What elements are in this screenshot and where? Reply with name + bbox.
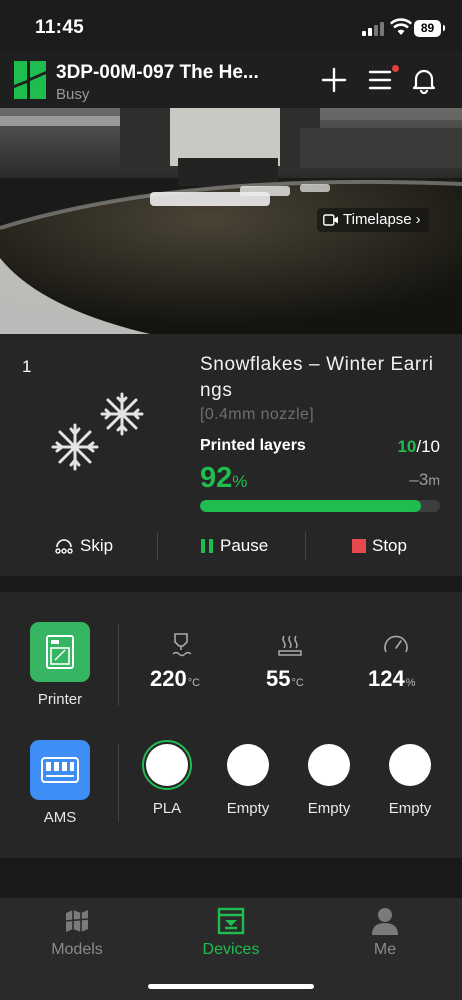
- progress-unit: %: [232, 472, 248, 491]
- video-camera-icon: [323, 214, 338, 226]
- filament-slot-label: Empty: [388, 800, 432, 817]
- chevron-right-icon: ›: [415, 211, 421, 228]
- progress-value: 92: [200, 462, 233, 494]
- filament-slot-1[interactable]: [146, 744, 188, 786]
- notification-dot: [392, 65, 399, 72]
- tab-devices-label: Devices: [202, 941, 260, 958]
- filament-slot-label: PLA: [152, 800, 182, 817]
- tab-me[interactable]: Me: [325, 906, 445, 959]
- remaining-time: –3m: [409, 470, 440, 490]
- action-divider: [305, 532, 306, 560]
- battery-indicator: 89: [414, 20, 445, 37]
- printer-icon: [46, 635, 74, 669]
- bed-temp-icon: [278, 635, 302, 656]
- tab-models-label: Models: [51, 941, 103, 958]
- print-job-card: 1 Snowflakes – Winter Earrings [0.4mm no…: [0, 334, 462, 576]
- wifi-icon: [390, 18, 412, 35]
- nozzle-temp-icon: [172, 633, 192, 657]
- filament-slot-label: Empty: [226, 800, 270, 817]
- job-title: Snowflakes – Winter Earrings: [200, 354, 434, 401]
- nozzle-size: [0.4mm nozzle]: [200, 406, 315, 423]
- models-icon: [65, 910, 89, 932]
- bed-temp-unit: °C: [291, 677, 304, 689]
- plus-icon[interactable]: [320, 66, 348, 94]
- devices-icon: [217, 907, 245, 935]
- printer-name[interactable]: 3DP-00M-097 The He...: [56, 62, 306, 84]
- tab-models[interactable]: Models: [17, 906, 137, 959]
- stop-button[interactable]: Stop: [352, 532, 407, 560]
- ams-button[interactable]: [30, 740, 90, 800]
- printer-label: Printer: [37, 691, 83, 708]
- print-speed: 124%: [368, 666, 416, 692]
- job-actions: Skip Pause Stop: [0, 532, 462, 560]
- print-speed-value: 124: [368, 666, 405, 691]
- pause-label: Pause: [220, 536, 269, 555]
- person-icon: [372, 908, 398, 935]
- panel-divider: [118, 744, 119, 822]
- progress-percent: 92%: [200, 462, 247, 495]
- tab-devices[interactable]: Devices: [171, 906, 291, 959]
- tab-me-label: Me: [373, 941, 397, 958]
- progress-bar: [200, 500, 440, 512]
- content-bottom-space: [0, 858, 462, 898]
- timelapse-button[interactable]: Timelapse ›: [317, 208, 429, 232]
- section-gap: [0, 576, 462, 592]
- ams-label: AMS: [43, 809, 77, 826]
- status-bar: 11:45 89: [0, 0, 462, 52]
- printed-layers-label: Printed layers: [200, 437, 306, 454]
- filament-slot-3[interactable]: [308, 744, 350, 786]
- skip-button[interactable]: Skip: [54, 532, 113, 560]
- timelapse-label: Timelapse: [343, 211, 412, 228]
- bell-icon[interactable]: [410, 66, 438, 94]
- device-panel: Printer 220°C 55°C 124% AMS PLA Empty Em…: [0, 592, 462, 858]
- pause-icon: [201, 539, 213, 553]
- filament-slot-4[interactable]: [389, 744, 431, 786]
- panel-divider: [118, 624, 119, 706]
- skip-objects-icon: [55, 539, 73, 554]
- nozzle-temp: 220°C: [150, 666, 200, 692]
- printer-button[interactable]: [30, 622, 90, 682]
- bed-temp-value: 55: [266, 666, 291, 691]
- model-thumbnail[interactable]: [42, 392, 154, 474]
- filament-slot-label: Empty: [307, 800, 351, 817]
- layers-total: /10: [416, 437, 440, 456]
- action-divider: [157, 532, 158, 560]
- filament-slot-2[interactable]: [227, 744, 269, 786]
- layers-current: 10: [397, 437, 417, 456]
- remaining-unit: m: [428, 472, 440, 488]
- bed-temp: 55°C: [266, 666, 304, 692]
- skip-label: Skip: [80, 536, 114, 555]
- bambu-logo-icon: [14, 61, 46, 99]
- camera-feed[interactable]: Timelapse ›: [0, 108, 462, 334]
- plate-number: 1: [22, 357, 32, 376]
- progress-bar-fill: [200, 500, 421, 512]
- print-speed-unit: %: [405, 677, 416, 689]
- stop-icon: [352, 539, 366, 553]
- home-indicator: [148, 984, 314, 989]
- printer-status: Busy: [56, 86, 90, 103]
- nozzle-temp-value: 220: [150, 666, 187, 691]
- pause-button[interactable]: Pause: [200, 532, 268, 560]
- printed-layers-value: 10/10: [397, 437, 440, 457]
- status-time: 11:45: [35, 17, 85, 38]
- stop-label: Stop: [372, 536, 407, 555]
- app-header: 3DP-00M-097 The He... Busy: [0, 52, 462, 108]
- remaining-value: –3: [409, 470, 429, 489]
- nozzle-temp-unit: °C: [187, 677, 201, 689]
- cellular-signal-icon: [362, 22, 384, 36]
- ams-icon: [41, 757, 79, 783]
- menu-icon[interactable]: [366, 66, 394, 94]
- speed-icon: [384, 635, 408, 653]
